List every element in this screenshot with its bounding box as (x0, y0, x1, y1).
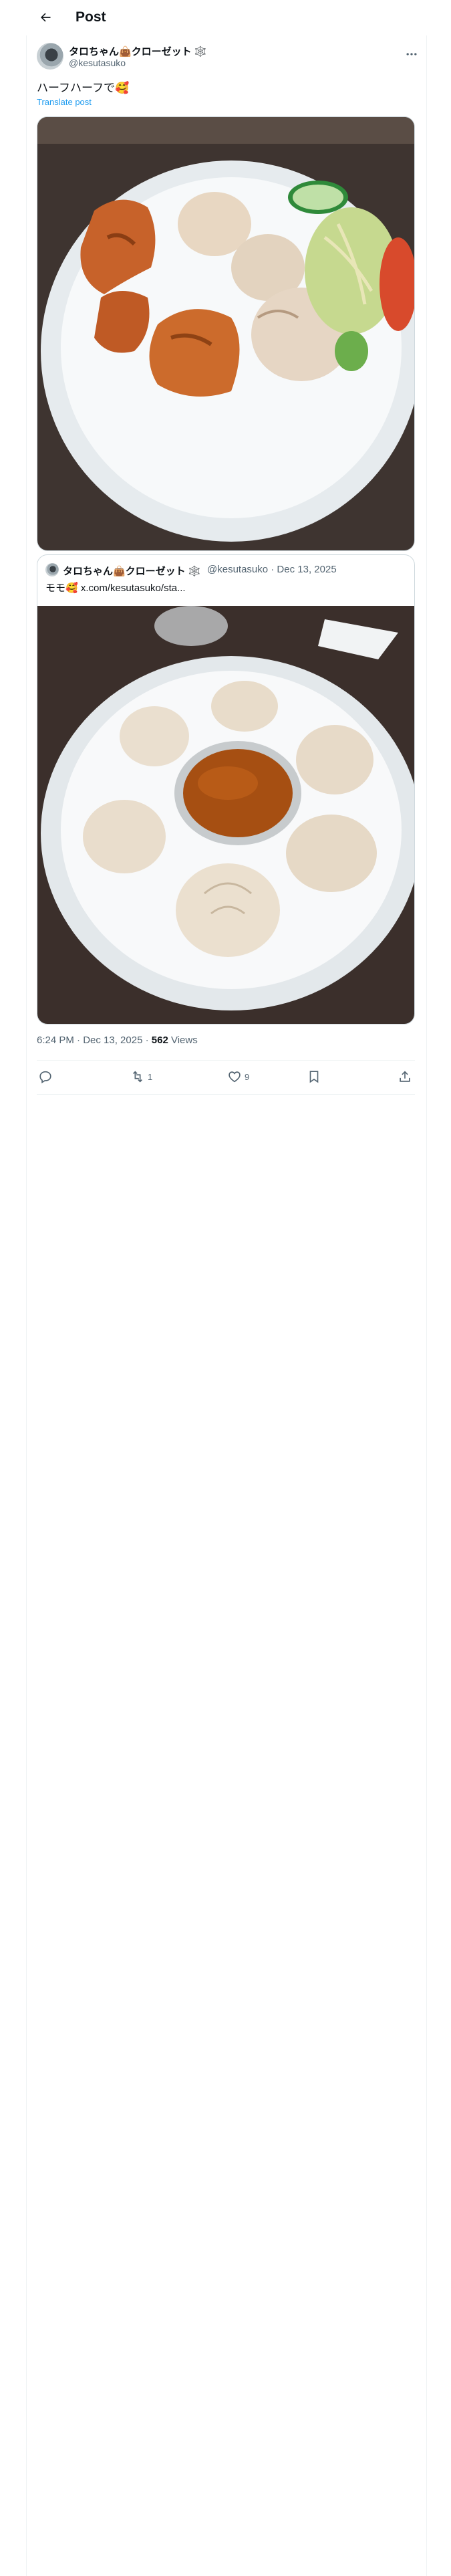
like-count: 9 (245, 1071, 250, 1082)
quoted-avatar (45, 563, 59, 576)
action-bar: 1 9 (37, 1060, 415, 1095)
post-author: タロちゃん👜クローゼット 🕸️ @kesutasuko (37, 43, 424, 71)
share-icon (400, 1071, 410, 1082)
reply-icon (39, 1071, 51, 1084)
retweet-count: 1 (148, 1071, 153, 1082)
reply-button[interactable] (38, 1069, 53, 1084)
back-arrow-icon (41, 13, 51, 22)
like-button[interactable]: 9 (227, 1069, 249, 1084)
display-name[interactable]: タロちゃん👜クローゼット 🕸️ (69, 44, 207, 58)
bookmark-button[interactable] (307, 1069, 321, 1084)
more-icon (406, 53, 417, 56)
page-title: Post (76, 9, 106, 25)
views-count: 562 (151, 1035, 168, 1046)
bookmark-icon (309, 1071, 319, 1083)
quoted-meta: @kesutasuko · Dec 13, 2025 (207, 564, 337, 575)
retweet-icon (132, 1071, 143, 1083)
momo-plate-photo (37, 606, 414, 1024)
share-button[interactable] (398, 1069, 412, 1084)
quoted-photo[interactable] (37, 606, 414, 1024)
post-meta: 6:24 PM · Dec 13, 2025 · 562 Views (37, 1035, 198, 1046)
post-time[interactable]: 6:24 PM · Dec 13, 2025 · (37, 1035, 152, 1046)
like-icon (229, 1071, 241, 1083)
retweet-button[interactable]: 1 (130, 1069, 152, 1084)
quoted-display-name: タロちゃん👜クローゼット 🕸️ (63, 566, 201, 577)
translate-link[interactable]: Translate post (37, 97, 92, 107)
views-label: Views (168, 1035, 198, 1046)
avatar[interactable] (37, 43, 63, 70)
username[interactable]: @kesutasuko (69, 58, 126, 68)
back-button[interactable] (34, 6, 57, 29)
quoted-text: モモ🥰 x.com/kesutasuko/sta... (45, 582, 186, 594)
food-plate-photo (37, 117, 414, 550)
more-button[interactable] (402, 44, 422, 64)
page-header: Post (26, 0, 427, 35)
quoted-post[interactable]: タロちゃん👜クローゼット 🕸️ @kesutasuko · Dec 13, 20… (37, 554, 415, 1025)
post-photo[interactable] (37, 116, 415, 551)
post-text: ハーフハーフで🥰 (37, 82, 130, 94)
